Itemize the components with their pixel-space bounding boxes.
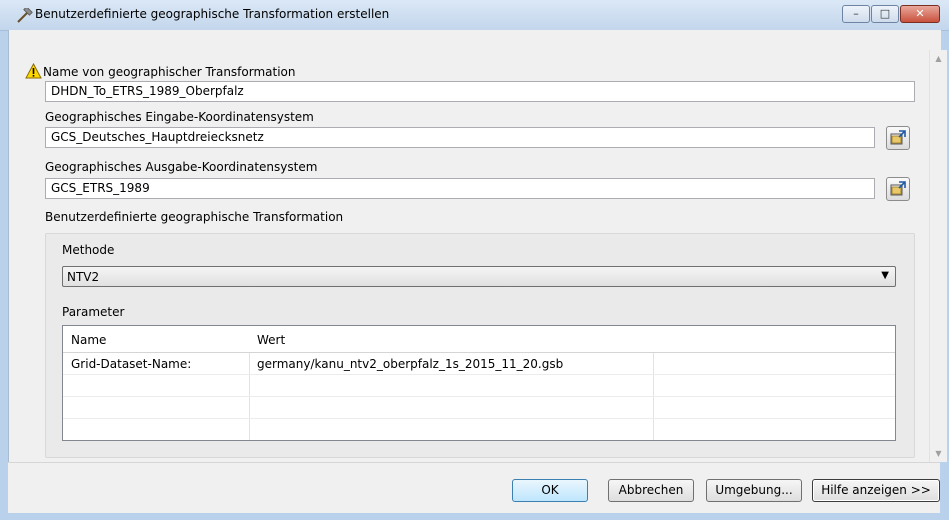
table-row[interactable]: [63, 375, 895, 397]
parameter-table[interactable]: Name Wert Grid-Dataset-Name: germany/kan…: [62, 325, 896, 441]
output-cs-field[interactable]: GCS_ETRS_1989: [45, 178, 875, 199]
column-header-value[interactable]: Wert: [257, 333, 285, 347]
scroll-down-arrow-icon[interactable]: ▼: [930, 445, 947, 462]
output-cs-label: Geographisches Ausgabe-Koordinatensystem: [45, 160, 318, 174]
environment-button[interactable]: Umgebung...: [706, 479, 802, 502]
ok-button[interactable]: OK: [512, 479, 588, 502]
table-cell[interactable]: germany/kanu_ntv2_oberpfalz_1s_2015_11_2…: [257, 357, 563, 371]
browse-folder-icon: [890, 130, 906, 145]
method-label: Methode: [62, 243, 115, 257]
input-cs-field[interactable]: GCS_Deutsches_Hauptdreiecksnetz: [45, 127, 875, 148]
maximize-button[interactable]: □: [871, 5, 899, 23]
table-cell: Grid-Dataset-Name:: [71, 357, 192, 371]
transformation-name-input[interactable]: DHDN_To_ETRS_1989_Oberpfalz: [45, 81, 915, 102]
hammer-icon: [15, 6, 33, 24]
table-row[interactable]: Grid-Dataset-Name: germany/kanu_ntv2_obe…: [63, 353, 895, 375]
show-help-button[interactable]: Hilfe anzeigen >>: [812, 479, 940, 502]
maximize-icon: □: [879, 7, 891, 20]
dialog-window: Benutzerdefinierte geographische Transfo…: [0, 0, 949, 520]
input-cs-label: Geographisches Eingabe-Koordinatensystem: [45, 110, 314, 124]
method-dropdown[interactable]: NTV2 ▼: [62, 266, 896, 287]
parameter-label: Parameter: [62, 305, 125, 319]
table-header: Name Wert: [63, 326, 895, 353]
browse-folder-icon: [890, 181, 906, 196]
method-selected-value: NTV2: [67, 270, 100, 284]
close-icon: ✕: [915, 7, 925, 20]
minimize-button[interactable]: –: [842, 5, 870, 23]
close-button[interactable]: ✕: [900, 5, 940, 23]
window-title: Benutzerdefinierte geographische Transfo…: [35, 7, 390, 21]
column-header-name[interactable]: Name: [71, 333, 106, 347]
custom-transformation-label: Benutzerdefinierte geographische Transfo…: [45, 210, 344, 224]
output-cs-browse-button[interactable]: [886, 177, 910, 201]
transformation-name-label: Name von geographischer Transformation: [43, 65, 296, 79]
input-cs-browse-button[interactable]: [886, 126, 910, 150]
dropdown-arrow-icon: ▼: [881, 270, 889, 281]
vertical-scrollbar[interactable]: ▲ ▼: [929, 50, 947, 462]
warning-icon: [25, 62, 42, 79]
minimize-icon: –: [853, 7, 859, 20]
table-row[interactable]: [63, 419, 895, 440]
cancel-button[interactable]: Abbrechen: [608, 479, 694, 502]
table-row[interactable]: [63, 397, 895, 419]
scroll-up-arrow-icon[interactable]: ▲: [930, 50, 947, 67]
title-bar[interactable]: Benutzerdefinierte geographische Transfo…: [0, 0, 949, 31]
